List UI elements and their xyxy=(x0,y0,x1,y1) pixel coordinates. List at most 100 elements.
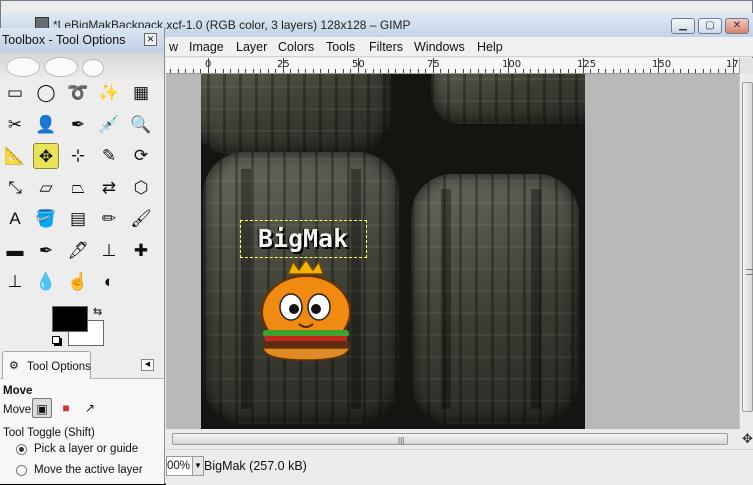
ruler-tick xyxy=(492,69,494,73)
menu-colors[interactable]: Colors xyxy=(278,40,314,54)
menu-windows[interactable]: Windows xyxy=(414,40,465,54)
vertical-scroll-thumb[interactable] xyxy=(742,82,753,412)
move-path-mode-icon[interactable]: ↗ xyxy=(80,398,100,418)
ruler-tick xyxy=(642,69,644,73)
smudge-tool-icon[interactable]: ☝ xyxy=(65,269,91,295)
move-selection-mode-icon[interactable]: ■ xyxy=(56,398,76,418)
menu-help[interactable]: Help xyxy=(477,40,503,54)
maximize-button[interactable]: ▢ xyxy=(698,18,722,34)
menu-filters[interactable]: Filters xyxy=(369,40,403,54)
ruler-tick xyxy=(470,69,471,73)
dodge-burn-tool-icon[interactable]: ◐ xyxy=(96,269,122,295)
ruler-tick xyxy=(575,69,576,73)
ruler-tick xyxy=(710,69,711,73)
ruler-tick xyxy=(342,69,344,73)
menu-view[interactable]: w xyxy=(169,40,178,54)
tab-tool-options-label: Tool Options xyxy=(27,361,91,373)
scale-tool-icon[interactable]: ⤡ xyxy=(2,175,28,201)
ruler-tick xyxy=(590,69,591,73)
horizontal-ruler[interactable]: 0 25 50 75 100 125 150 17 xyxy=(166,58,739,74)
ruler-tick xyxy=(732,58,734,73)
menu-image[interactable]: Image xyxy=(189,40,224,54)
horizontal-scrollbar[interactable]: ||| xyxy=(166,429,753,449)
strap-right-b xyxy=(531,189,541,409)
radio-button[interactable] xyxy=(16,444,27,455)
menu-layer[interactable]: Layer xyxy=(236,40,267,54)
clone-tool-icon[interactable]: ⊥ xyxy=(96,238,122,264)
ellipse-select-tool-icon[interactable]: ◯ xyxy=(33,80,59,106)
rotate-tool-icon[interactable]: ⟳ xyxy=(128,143,154,169)
toolbox-close-button[interactable]: ✕ xyxy=(144,33,157,46)
perspective-clone-tool-icon[interactable]: ⊥ xyxy=(2,269,28,295)
default-colors-icon[interactable] xyxy=(52,336,60,344)
zoom-tool-icon[interactable]: 🔍 xyxy=(128,112,154,138)
ruler-tick xyxy=(440,69,441,73)
horizontal-scroll-thumb[interactable]: ||| xyxy=(172,433,728,445)
move-tool-icon[interactable]: ✥ xyxy=(33,143,59,169)
tab-menu-button[interactable]: ◀ xyxy=(141,359,154,371)
ruler-tick xyxy=(320,69,321,73)
ruler-tick xyxy=(252,69,254,73)
pencil-tool-icon[interactable]: ✏ xyxy=(96,206,122,232)
align-tool-icon[interactable]: ⊹ xyxy=(65,143,91,169)
scissors-tool-icon[interactable]: ✂ xyxy=(2,112,28,138)
perspective-tool-icon[interactable]: ⏢ xyxy=(65,175,91,201)
strap-left-a xyxy=(241,169,251,409)
text-tool-icon[interactable]: A xyxy=(2,206,28,232)
cage-transform-tool-icon[interactable]: ⬡ xyxy=(128,175,154,201)
ruler-tick xyxy=(170,69,171,73)
ruler-tick xyxy=(485,69,486,73)
measure-tool-icon[interactable]: 📐 xyxy=(2,143,28,169)
tool-toggle-label: Tool Toggle (Shift) xyxy=(3,427,95,439)
close-button[interactable]: ✕ xyxy=(725,18,749,34)
shear-tool-icon[interactable]: ▱ xyxy=(33,175,59,201)
navigate-icon[interactable]: ✥ xyxy=(742,431,753,447)
ruler-tick xyxy=(275,69,276,73)
ruler-tick xyxy=(612,69,614,73)
rect-select-tool-icon[interactable]: ▭ xyxy=(2,80,28,106)
tool-options-header: Move xyxy=(3,385,33,397)
blend-tool-icon[interactable]: ▤ xyxy=(65,206,91,232)
fuzzy-select-tool-icon[interactable]: ✨ xyxy=(96,80,122,106)
tab-tool-options[interactable]: ⚙ Tool Options xyxy=(2,351,91,380)
heal-tool-icon[interactable]: ✚ xyxy=(128,238,154,264)
eraser-tool-icon[interactable]: ▬ xyxy=(2,238,28,264)
foreground-color-front[interactable] xyxy=(52,306,88,332)
ruler-tick xyxy=(462,69,464,73)
toolbox-titlebar[interactable]: Toolbox - Tool Options ✕ xyxy=(0,28,164,53)
vertical-scrollbar[interactable] xyxy=(739,74,753,429)
minimize-button[interactable]: ▁ xyxy=(671,18,695,34)
select-by-color-tool-icon[interactable]: ▦ xyxy=(128,80,154,106)
zoom-dropdown-button[interactable]: ▼ xyxy=(192,456,204,476)
color-picker-tool-icon[interactable]: 💉 xyxy=(96,112,122,138)
canvas-text-bigmak: BigMak xyxy=(257,224,349,253)
paintbrush-tool-icon[interactable]: 🖌 xyxy=(128,206,154,232)
foreground-select-tool-icon[interactable]: 👤 xyxy=(33,112,59,138)
backpack-flap-left xyxy=(201,74,391,154)
move-layer-mode-icon[interactable]: ▣ xyxy=(32,398,52,418)
ruler-tick xyxy=(365,69,366,73)
ruler-tick xyxy=(537,69,539,73)
ruler-tick xyxy=(185,69,186,73)
free-select-tool-icon[interactable]: ➰ xyxy=(65,80,91,106)
radio-button[interactable] xyxy=(16,465,27,476)
ink-tool-icon[interactable]: 🖋 xyxy=(65,238,91,264)
bucket-fill-tool-icon[interactable]: 🪣 xyxy=(33,206,59,232)
wilber-drop-area[interactable] xyxy=(0,53,164,79)
crop-tool-icon[interactable]: ✎ xyxy=(96,143,122,169)
move-mode-label: Move: xyxy=(3,404,35,416)
airbrush-tool-icon[interactable]: ✒ xyxy=(33,238,59,264)
ruler-tick xyxy=(282,58,284,73)
ruler-tick xyxy=(395,69,396,73)
tool-options-icon: ⚙ xyxy=(9,360,19,372)
ruler-tick xyxy=(672,69,674,73)
menu-tools[interactable]: Tools xyxy=(326,40,355,54)
image-canvas[interactable]: BigMak xyxy=(201,74,585,429)
ruler-tick xyxy=(507,58,509,73)
paths-tool-icon[interactable]: ✒ xyxy=(65,112,91,138)
blur-tool-icon[interactable]: 💧 xyxy=(33,269,59,295)
swap-colors-icon[interactable]: ⇆ xyxy=(93,305,102,318)
toolbox-title: Toolbox - Tool Options xyxy=(2,33,126,47)
ruler-tick xyxy=(522,69,524,73)
flip-tool-icon[interactable]: ⇄ xyxy=(96,175,122,201)
